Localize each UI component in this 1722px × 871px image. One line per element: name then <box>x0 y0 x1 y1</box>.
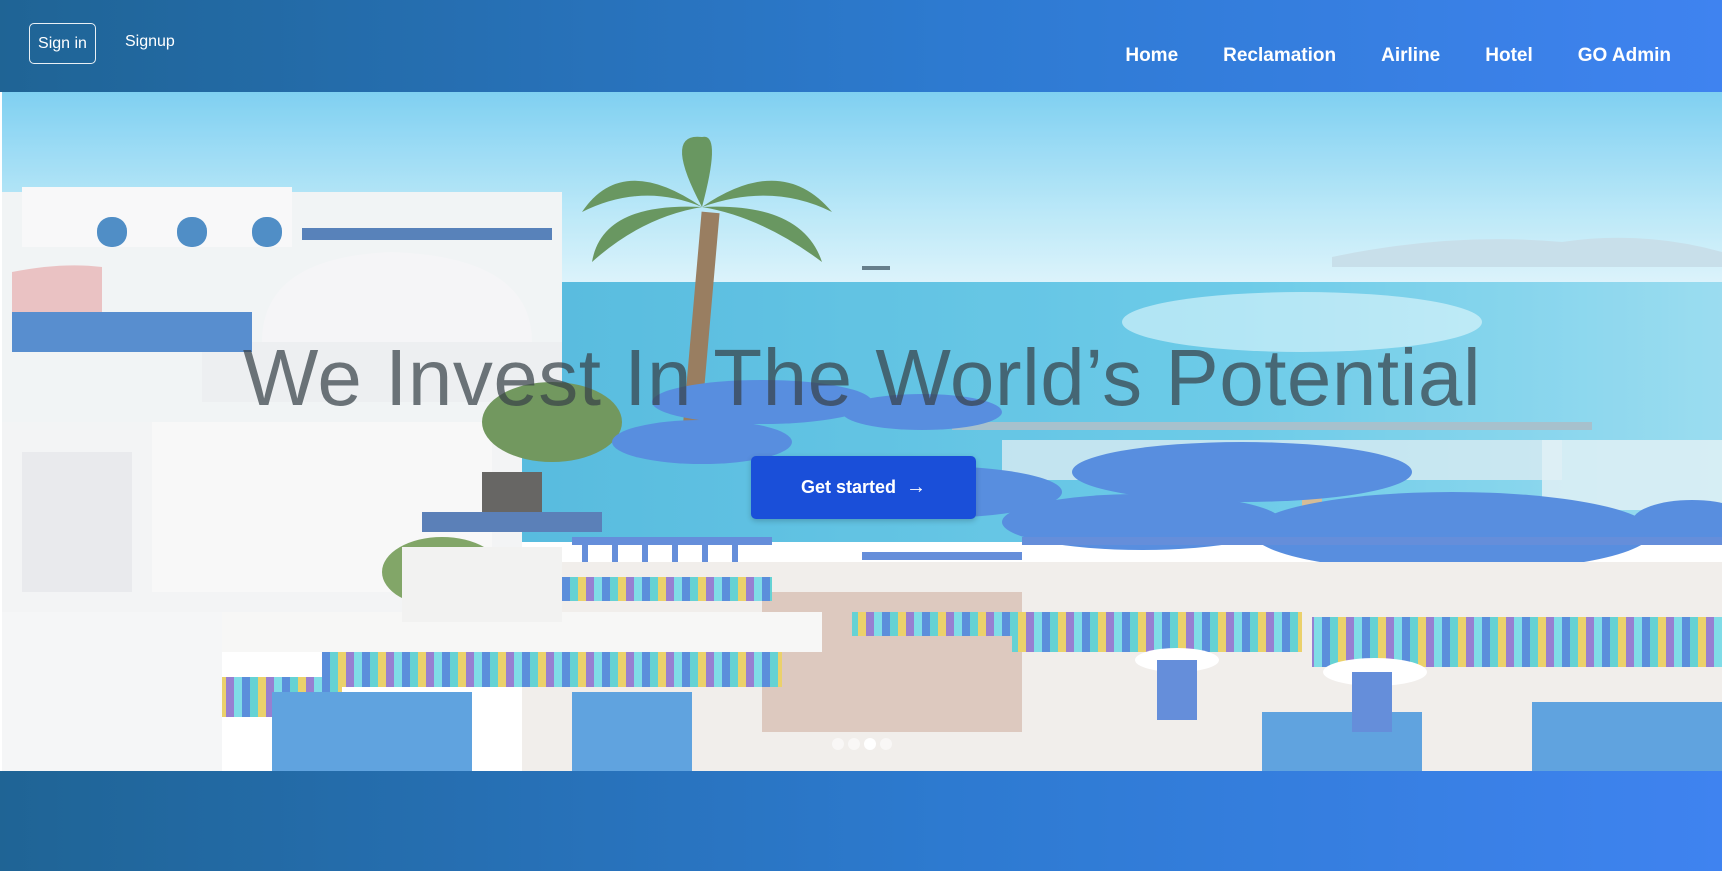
hero-title: We Invest In The World’s Potential <box>242 333 1482 422</box>
signup-link[interactable]: Signup <box>125 33 175 51</box>
footer-band <box>0 771 1722 871</box>
nav-airline[interactable]: Airline <box>1381 45 1440 67</box>
carousel-indicators <box>832 738 892 750</box>
nav-go-admin[interactable]: GO Admin <box>1578 45 1671 67</box>
nav-hotel[interactable]: Hotel <box>1485 45 1533 67</box>
main-nav: Home Reclamation Airline Hotel GO Admin <box>1125 45 1671 67</box>
get-started-button[interactable]: Get started → <box>751 456 976 519</box>
carousel-dot-4[interactable] <box>880 738 892 750</box>
carousel-dot-1[interactable] <box>832 738 844 750</box>
page: Sign in Signup Home Reclamation Airline … <box>0 0 1722 871</box>
nav-home[interactable]: Home <box>1125 45 1178 67</box>
nav-reclamation[interactable]: Reclamation <box>1223 45 1336 67</box>
carousel-dot-2[interactable] <box>848 738 860 750</box>
get-started-label: Get started <box>800 477 897 497</box>
header-bar: Sign in Signup Home Reclamation Airline … <box>0 0 1722 92</box>
carousel-dot-3[interactable] <box>864 738 876 750</box>
hero-carousel: We Invest In The World’s Potential Get s… <box>2 92 1722 771</box>
arrow-right-icon: → <box>906 476 927 498</box>
sign-in-button[interactable]: Sign in <box>29 23 96 64</box>
hero-background-image <box>2 92 1722 771</box>
